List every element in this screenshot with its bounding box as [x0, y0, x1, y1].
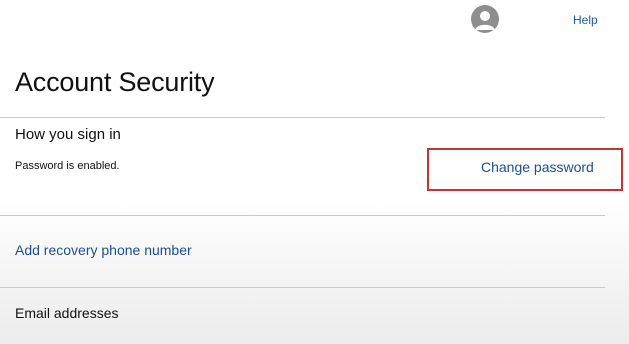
- password-status-text: Password is enabled.: [15, 160, 120, 172]
- divider-bottom: [0, 287, 605, 288]
- avatar[interactable]: [471, 5, 499, 33]
- user-avatar-icon: [475, 11, 495, 30]
- divider-top: [0, 117, 605, 118]
- email-addresses-heading: Email addresses: [15, 305, 119, 321]
- help-link[interactable]: Help: [573, 13, 598, 27]
- page-title: Account Security: [15, 67, 215, 97]
- divider-middle: [0, 215, 605, 216]
- sign-in-section-heading: How you sign in: [15, 126, 121, 143]
- change-password-link[interactable]: Change password: [481, 159, 594, 175]
- add-recovery-phone-link[interactable]: Add recovery phone number: [15, 242, 192, 258]
